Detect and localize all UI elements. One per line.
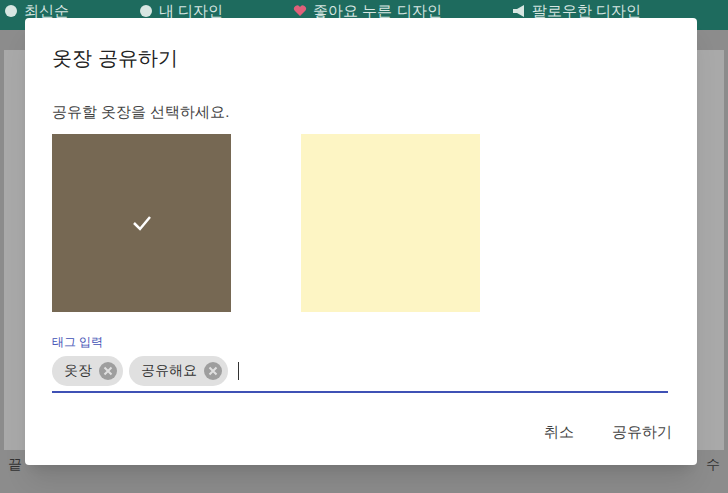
sort-icon: [4, 4, 20, 18]
dialog-prompt: 공유할 옷장을 선택하세요.: [52, 102, 680, 122]
dialog-title: 옷장 공유하기: [52, 44, 680, 72]
share-closet-dialog: 옷장 공유하기공유할 옷장을 선택하세요. 태그 입력옷장공유해요취소 공유하기: [25, 18, 697, 465]
check-icon: [131, 212, 153, 234]
heart-icon: [293, 4, 309, 18]
closet-option[interactable]: [301, 134, 480, 312]
closet-option[interactable]: [52, 134, 231, 312]
tag-chip[interactable]: 공유해요: [129, 356, 228, 386]
text-caret: [238, 362, 239, 380]
remove-tag-icon[interactable]: [203, 361, 223, 381]
background-text: 끝: [8, 454, 22, 475]
cancel-button[interactable]: 취소: [536, 415, 582, 450]
person-icon: [139, 4, 155, 18]
remove-tag-icon[interactable]: [98, 361, 118, 381]
tag-input[interactable]: 옷장공유해요: [52, 355, 668, 393]
share-button[interactable]: 공유하기: [604, 415, 680, 450]
background-text: 수: [706, 454, 720, 475]
tag-chip[interactable]: 옷장: [52, 356, 123, 386]
megaphone-icon: [512, 4, 528, 18]
tag-input-label: 태그 입력: [52, 334, 680, 350]
